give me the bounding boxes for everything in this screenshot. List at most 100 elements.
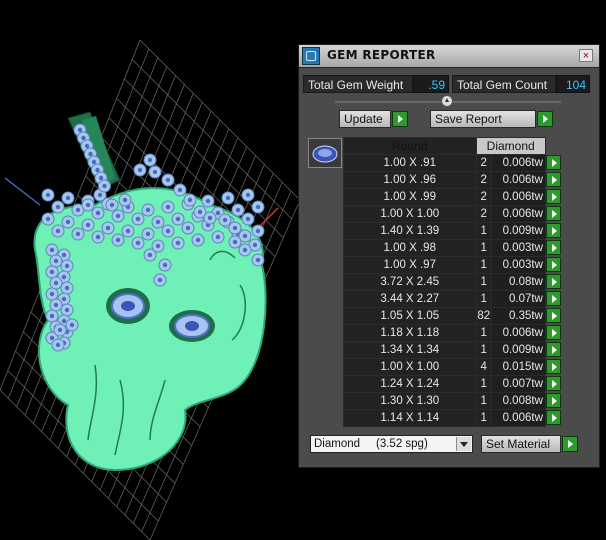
gem-weight-cell: 0.006tw: [490, 324, 546, 342]
pave-gem-table: [197, 209, 203, 215]
panel-titlebar[interactable]: GEM REPORTER ×: [299, 45, 599, 68]
gem-qty-cell: 1: [475, 239, 493, 257]
gem-qty-cell: 1: [475, 392, 493, 410]
table-row[interactable]: 1.24 X 1.24 1 0.007tw: [343, 375, 565, 393]
set-material-button[interactable]: Set Material: [481, 435, 561, 453]
gem-qty-cell: 2: [475, 154, 493, 172]
gem-thumbnail[interactable]: [308, 138, 342, 168]
material-dropdown[interactable]: Diamond (3.52 spg): [310, 435, 473, 453]
pave-gem-table: [255, 204, 261, 210]
axis-blue: [4, 177, 41, 206]
gem-weight-cell: 0.006tw: [490, 154, 546, 172]
pave-gem-table: [55, 228, 61, 234]
pave-gem-table: [61, 296, 67, 302]
table-row[interactable]: 1.00 X .91 2 0.006tw: [343, 154, 565, 172]
gem-qty-cell: 1: [475, 341, 493, 359]
pave-gem-table: [85, 222, 91, 228]
table-row[interactable]: 1.00 X .99 2 0.006tw: [343, 188, 565, 206]
gem-weight-cell: 0.006tw: [490, 188, 546, 206]
select-gem-icon[interactable]: [545, 222, 561, 238]
table-row[interactable]: 1.00 X 1.00 4 0.015tw: [343, 358, 565, 376]
pave-gem-table: [175, 216, 181, 222]
table-row[interactable]: 1.05 X 1.05 82 0.35tw: [343, 307, 565, 325]
pave-gem-table: [135, 240, 141, 246]
select-gem-icon[interactable]: [545, 341, 561, 357]
pave-gem-table: [57, 327, 63, 333]
gem-qty-cell: 1: [475, 273, 493, 291]
pave-gem-table: [64, 285, 70, 291]
table-row[interactable]: 1.18 X 1.18 1 0.006tw: [343, 324, 565, 342]
select-gem-icon[interactable]: [545, 358, 561, 374]
pave-gem-table: [225, 195, 231, 201]
select-gem-icon[interactable]: [545, 409, 561, 425]
table-row[interactable]: 1.34 X 1.34 1 0.009tw: [343, 341, 565, 359]
total-gem-weight-value: .59: [413, 75, 449, 93]
select-gem-icon[interactable]: [545, 239, 561, 255]
gem-qty-cell: 2: [475, 171, 493, 189]
pave-gem-table: [69, 322, 75, 328]
pave-gem-table: [115, 237, 121, 243]
update-button[interactable]: Update: [339, 110, 391, 128]
slider-knob[interactable]: [441, 95, 453, 107]
pave-gem-table: [147, 252, 153, 258]
gem-reporter-panel: GEM REPORTER × Total Gem Weight .59 Tota…: [298, 44, 600, 468]
chevron-down-icon[interactable]: [456, 437, 471, 451]
gem-size-cell: 1.14 X 1.14: [343, 409, 477, 427]
set-material-go-icon[interactable]: [562, 436, 578, 452]
pave-gem-table: [162, 262, 168, 268]
select-gem-icon[interactable]: [545, 290, 561, 306]
select-gem-icon[interactable]: [545, 256, 561, 272]
table-row[interactable]: 1.00 X 1.00 2 0.006tw: [343, 205, 565, 223]
select-gem-icon[interactable]: [545, 392, 561, 408]
gem-size-cell: 1.24 X 1.24: [343, 375, 477, 393]
select-gem-icon[interactable]: [545, 188, 561, 204]
table-row[interactable]: 1.40 X 1.39 1 0.009tw: [343, 222, 565, 240]
save-report-go-icon[interactable]: [537, 111, 553, 127]
pave-gem-table: [95, 234, 101, 240]
select-gem-icon[interactable]: [545, 273, 561, 289]
select-gem-icon[interactable]: [545, 375, 561, 391]
gem-weight-cell: 0.08tw: [490, 273, 546, 291]
pave-gem-table: [88, 151, 93, 157]
pave-gem-table: [147, 157, 153, 163]
pave-gem-table: [145, 207, 151, 213]
table-row[interactable]: 3.44 X 2.27 1 0.07tw: [343, 290, 565, 308]
pave-gem-table: [122, 197, 128, 203]
gem-qty-cell: 2: [475, 205, 493, 223]
table-row[interactable]: 3.72 X 2.45 1 0.08tw: [343, 273, 565, 291]
gem-qty-cell: 2: [475, 188, 493, 206]
select-gem-icon[interactable]: [545, 307, 561, 323]
save-report-button[interactable]: Save Report: [430, 110, 536, 128]
pave-gem-table: [252, 242, 258, 248]
table-row[interactable]: 1.00 X .96 2 0.006tw: [343, 171, 565, 189]
material-selected-value: Diamond (3.52 spg): [314, 438, 428, 450]
pave-gem-table: [175, 240, 181, 246]
pave-gem-table: [81, 135, 86, 141]
gem-size-cell: 1.00 X 1.00: [343, 358, 477, 376]
pave-gem-table: [105, 225, 111, 231]
gem-size-cell: 1.40 X 1.39: [343, 222, 477, 240]
update-go-icon[interactable]: [392, 111, 408, 127]
table-row[interactable]: 1.00 X .97 1 0.003tw: [343, 256, 565, 274]
select-gem-icon[interactable]: [545, 205, 561, 221]
table-row[interactable]: 1.00 X .98 1 0.003tw: [343, 239, 565, 257]
pave-gem-table: [152, 169, 158, 175]
close-icon[interactable]: ×: [579, 49, 593, 62]
select-gem-icon[interactable]: [545, 154, 561, 170]
pave-gem-table: [165, 228, 171, 234]
table-row[interactable]: 1.14 X 1.14 1 0.006tw: [343, 409, 565, 427]
pave-gem-table: [215, 210, 221, 216]
select-gem-icon[interactable]: [545, 324, 561, 340]
gem-weight-cell: 0.009tw: [490, 341, 546, 359]
column-header-material: Diamond: [475, 137, 546, 155]
pave-gem-table: [115, 213, 121, 219]
pave-gem-table: [97, 192, 103, 198]
gem-size-cell: 1.18 X 1.18: [343, 324, 477, 342]
gem-weight-cell: 0.006tw: [490, 171, 546, 189]
pave-gem-table: [49, 335, 55, 341]
pave-gem-table: [109, 202, 115, 208]
pave-gem-table: [75, 231, 81, 237]
table-row[interactable]: 1.30 X 1.30 1 0.008tw: [343, 392, 565, 410]
select-gem-icon[interactable]: [545, 171, 561, 187]
gem-weight-cell: 0.006tw: [490, 205, 546, 223]
